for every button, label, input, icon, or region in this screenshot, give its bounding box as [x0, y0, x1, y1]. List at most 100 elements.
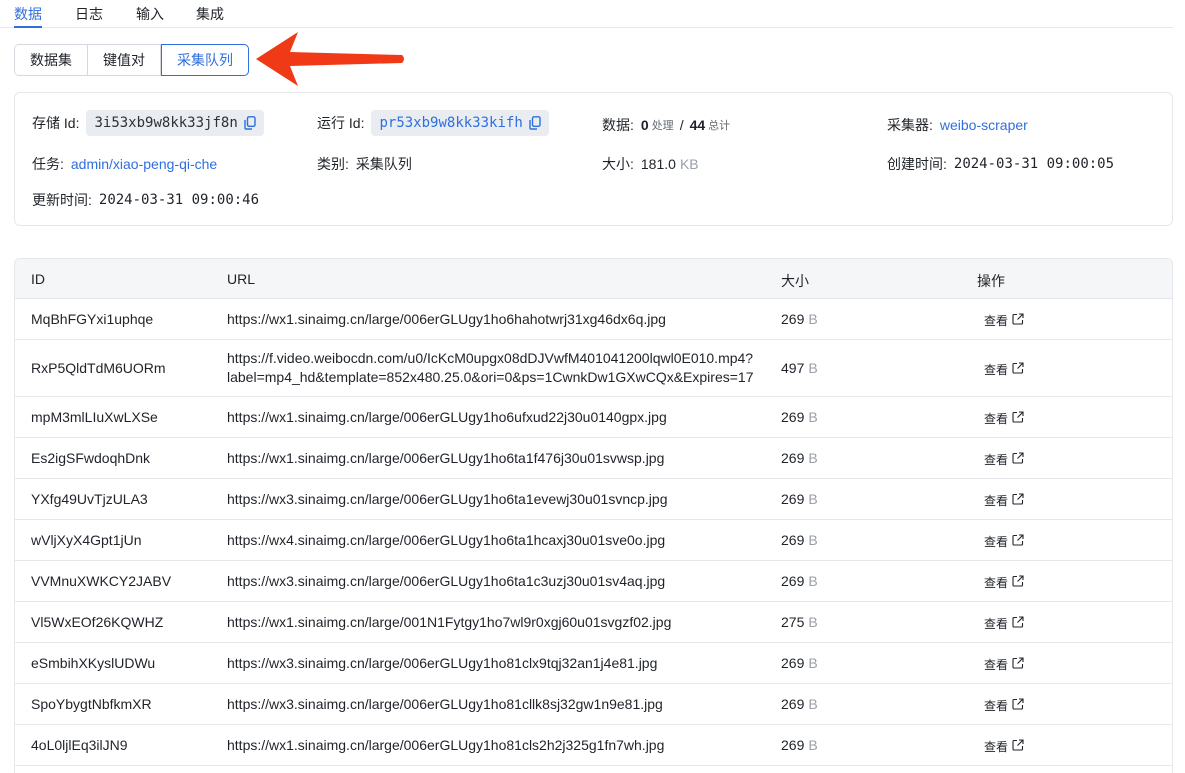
size-value: 181.0	[640, 156, 676, 172]
external-link-icon	[1008, 698, 1024, 713]
copy-icon[interactable]	[244, 116, 256, 130]
table-row: YXfg49UvTjzULA3 https://wx3.sinaimg.cn/la…	[15, 479, 1172, 520]
view-button[interactable]: 查看	[984, 451, 1024, 468]
view-label: 查看	[984, 699, 1009, 713]
tab-input[interactable]: 输入	[136, 4, 164, 28]
row-url[interactable]: https://wx1.sinaimg.cn/large/006erGLUgy1…	[227, 409, 766, 425]
row-id: wVljXyX4Gpt1jUn	[31, 532, 142, 548]
table-row: MqBhFGYxi1uphqe https://wx1.sinaimg.cn/la…	[15, 299, 1172, 340]
view-button[interactable]: 查看	[984, 533, 1024, 550]
run-id-field: 运行 Id: pr53xb9w8kk33kifh	[317, 110, 549, 136]
updated-field: 更新时间: 2024-03-31 09:00:46	[32, 190, 259, 210]
row-size-value: 269	[781, 409, 805, 425]
view-button[interactable]: 查看	[984, 574, 1024, 591]
row-id: MqBhFGYxi1uphqe	[31, 311, 154, 327]
row-size-value: 269	[781, 311, 805, 327]
row-size-value: 497	[781, 360, 805, 376]
task-label: 任务:	[32, 156, 64, 172]
segment-dataset[interactable]: 数据集	[15, 45, 88, 75]
view-label: 查看	[984, 412, 1009, 426]
row-id: eSmbihXKyslUDWu	[31, 655, 156, 671]
data-processed: 0	[640, 117, 649, 133]
row-size-unit: B	[808, 696, 818, 712]
row-url[interactable]: https://wx3.sinaimg.cn/large/006erGLUgy1…	[227, 696, 766, 712]
view-label: 查看	[984, 658, 1009, 672]
row-size: 269 B	[781, 573, 818, 589]
row-url[interactable]: https://f.video.weibocdn.com/u0/IcKcM0up…	[227, 350, 766, 366]
storage-id-label: 存储 Id:	[32, 115, 80, 131]
row-url[interactable]: https://wx1.sinaimg.cn/large/001N1Fytgy1…	[227, 614, 766, 630]
row-size-value: 269	[781, 655, 805, 671]
external-link-icon	[1008, 616, 1024, 631]
data-separator: /	[679, 117, 684, 133]
row-url[interactable]: https://wx1.sinaimg.cn/large/006erGLUgy1…	[227, 450, 766, 466]
row-size: 269 B	[781, 491, 818, 507]
view-button[interactable]: 查看	[984, 410, 1024, 427]
row-url[interactable]: https://wx3.sinaimg.cn/large/006erGLUgy1…	[227, 655, 766, 671]
row-size-unit: B	[808, 532, 818, 548]
view-button[interactable]: 查看	[984, 492, 1024, 509]
column-header-url: URL	[227, 271, 256, 287]
row-url[interactable]: https://wx4.sinaimg.cn/large/006erGLUgy1…	[227, 532, 766, 548]
view-label: 查看	[984, 453, 1009, 467]
segment-request-queue[interactable]: 采集队列	[161, 44, 249, 76]
row-size: 269 B	[781, 409, 818, 425]
run-id-chip[interactable]: pr53xb9w8kk33kifh	[371, 110, 549, 136]
table-row: VVMnuXWKCY2JABV https://wx3.sinaimg.cn/la…	[15, 561, 1172, 602]
row-size-value: 269	[781, 573, 805, 589]
row-id: RxP5QldTdM6UORm	[31, 360, 166, 376]
row-size: 269 B	[781, 450, 818, 466]
type-value: 采集队列	[355, 156, 412, 172]
data-total-unit: 总计	[708, 120, 731, 132]
external-link-icon	[1008, 411, 1024, 426]
storage-id-field: 存储 Id: 3i53xb9w8kk33jf8n	[32, 110, 264, 136]
view-button[interactable]: 查看	[984, 615, 1024, 632]
created-value: 2024-03-31 09:00:05	[953, 156, 1115, 172]
external-link-icon	[1008, 313, 1024, 328]
view-button[interactable]: 查看	[984, 738, 1024, 755]
view-button[interactable]: 查看	[984, 361, 1024, 378]
table-row: Es2igSFwdoqhDnk https://wx1.sinaimg.cn/la…	[15, 438, 1172, 479]
segment-key-value[interactable]: 键值对	[88, 45, 161, 75]
data-total: 44	[689, 117, 706, 133]
data-label: 数据:	[602, 117, 634, 133]
column-header-size: 大小	[781, 273, 809, 289]
tab-integration[interactable]: 集成	[196, 4, 224, 28]
row-url-continued: label=mp4_hd&template=852x480.25.0&ori=0…	[227, 369, 754, 385]
table-row: eSmbihXKyslUDWu https://wx3.sinaimg.cn/la…	[15, 643, 1172, 684]
row-url[interactable]: https://wx1.sinaimg.cn/large/006erGLUgy1…	[227, 311, 766, 327]
row-url[interactable]: https://wx3.sinaimg.cn/large/006erGLUgy1…	[227, 573, 766, 589]
row-size-unit: B	[808, 614, 818, 630]
task-field: 任务: admin/xiao-peng-qi-che	[32, 154, 217, 174]
collector-link[interactable]: weibo-scraper	[940, 117, 1028, 133]
external-link-icon	[1008, 534, 1024, 549]
view-button[interactable]: 查看	[984, 312, 1024, 329]
top-tabs: 数据 日志 输入 集成	[0, 0, 1173, 28]
table-row: RxP5QldTdM6UORm https://f.video.weibocdn.…	[15, 340, 1172, 397]
external-link-icon	[1008, 493, 1024, 508]
storage-id-value: 3i53xb9w8kk33jf8n	[94, 115, 238, 131]
storage-id-chip[interactable]: 3i53xb9w8kk33jf8n	[86, 110, 264, 136]
view-label: 查看	[984, 494, 1009, 508]
view-button[interactable]: 查看	[984, 656, 1024, 673]
row-size: 269 B	[781, 696, 818, 712]
row-url[interactable]: https://wx1.sinaimg.cn/large/006erGLUgy1…	[227, 737, 766, 753]
task-link[interactable]: admin/xiao-peng-qi-che	[71, 156, 217, 172]
row-url[interactable]: https://wx3.sinaimg.cn/large/006erGLUgy1…	[227, 491, 766, 507]
tab-logs[interactable]: 日志	[75, 4, 103, 28]
row-size: 269 B	[781, 311, 818, 327]
view-button[interactable]: 查看	[984, 697, 1024, 714]
view-label: 查看	[984, 617, 1009, 631]
size-field: 大小: 181.0 KB	[602, 154, 699, 174]
request-table: ID URL 大小 操作 MqBhFGYxi1uphqe https://wx1.…	[14, 258, 1173, 773]
run-id-link[interactable]: pr53xb9w8kk33kifh	[379, 115, 522, 131]
view-label: 查看	[984, 576, 1009, 590]
tab-data[interactable]: 数据	[14, 4, 42, 28]
table-header: ID URL 大小 操作	[15, 259, 1172, 299]
row-size-unit: B	[808, 737, 818, 753]
row-size-unit: B	[808, 360, 818, 376]
copy-icon[interactable]	[529, 116, 541, 130]
row-id: 4oL0ljlEq3ilJN9	[31, 737, 128, 753]
storage-info-card: 存储 Id: 3i53xb9w8kk33jf8n 运行 Id: pr53xb9w…	[14, 92, 1173, 226]
row-id: Es2igSFwdoqhDnk	[31, 450, 151, 466]
